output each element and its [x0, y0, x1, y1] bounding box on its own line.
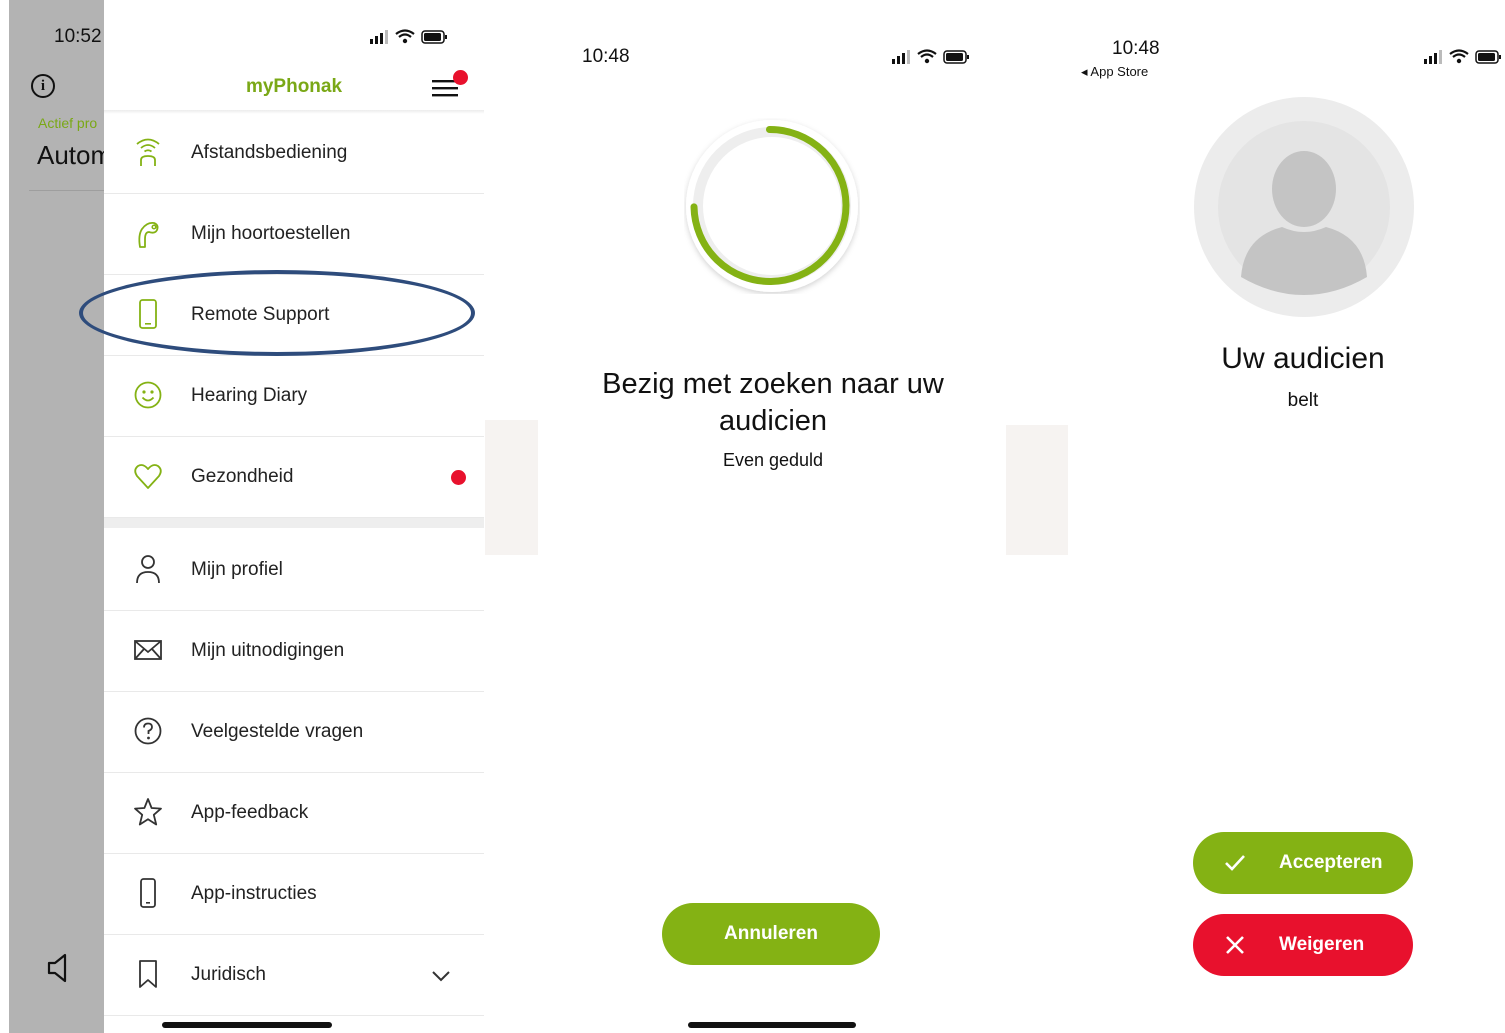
- cancel-button[interactable]: Annuleren: [662, 903, 880, 965]
- background-app-screen: 10:52 i Actief pro Autom: [9, 0, 104, 1033]
- accept-call-button[interactable]: Accepteren: [1193, 832, 1413, 894]
- background-watermark: [1006, 425, 1068, 555]
- phone-outline-icon: [140, 878, 156, 908]
- remote-signal-icon: [136, 138, 160, 166]
- gezondheid-badge-dot: [451, 470, 466, 485]
- status-time: 10:52: [54, 26, 102, 47]
- background-watermark: [485, 420, 538, 555]
- envelope-icon: [134, 640, 162, 660]
- reject-label: Weigeren: [1279, 934, 1365, 955]
- avatar-icon: [1194, 97, 1414, 317]
- menu-item-label: Mijn profiel: [191, 559, 283, 580]
- menu-item-label: Veelgestelde vragen: [191, 721, 364, 742]
- bookmark-icon: [139, 960, 157, 988]
- checkmark-icon: [1225, 855, 1245, 871]
- panel-searching-screen: 10:48 Bezig met zoeken naar uw audicien …: [538, 0, 1006, 1033]
- menu-item-label: Afstandsbediening: [191, 142, 348, 163]
- caller-status: belt: [1287, 390, 1319, 411]
- panel-menu-screen: 10:52 i Actief pro Autom myPhonak Afstan…: [0, 0, 485, 1033]
- divider: [29, 190, 104, 191]
- status-time: 10:48: [1112, 38, 1160, 59]
- active-program-label: Actief pro: [38, 115, 98, 131]
- accept-label: Accepteren: [1279, 852, 1383, 873]
- menu-item-mijn-uitnodigingen[interactable]: Mijn uitnodigingen: [104, 610, 484, 692]
- question-icon: [134, 717, 162, 745]
- menu-item-label: Mijn hoortoestellen: [191, 223, 351, 244]
- menu-item-hearing-diary[interactable]: Hearing Diary: [104, 355, 484, 437]
- menu-item-mijn-profiel[interactable]: Mijn profiel: [104, 529, 484, 611]
- menu-item-label: App-instructies: [191, 883, 317, 904]
- menu-item-mijn-hoortoestellen[interactable]: Mijn hoortoestellen: [104, 193, 484, 275]
- menu-item-label: Juridisch: [191, 964, 266, 985]
- close-icon: [1226, 936, 1244, 954]
- speaker-icon[interactable]: [45, 952, 73, 984]
- section-separator: [104, 518, 484, 528]
- app-title: myPhonak: [245, 76, 343, 97]
- panel-incoming-call-screen: 10:48 ◂ App Store Uw audicien belt Accep…: [1068, 0, 1505, 1033]
- heart-icon: [134, 464, 162, 489]
- menu-item-label: Hearing Diary: [191, 385, 308, 406]
- info-icon[interactable]: i: [31, 74, 55, 98]
- person-icon: [136, 555, 160, 584]
- active-program-value: Autom: [37, 140, 104, 170]
- caller-name: Uw audicien: [1221, 342, 1385, 375]
- status-icons: [370, 29, 447, 44]
- reject-call-button[interactable]: Weigeren: [1193, 914, 1413, 976]
- menu-item-app-feedback[interactable]: App-feedback: [104, 772, 484, 854]
- status-time: 10:48: [582, 46, 630, 67]
- notification-dot: [453, 70, 468, 85]
- side-menu: myPhonak Afstandsbediening Mijn hoortoes…: [104, 0, 484, 1033]
- highlight-ellipse: [79, 270, 475, 356]
- status-icons: [892, 49, 969, 64]
- loading-spinner: [686, 120, 858, 292]
- menu-item-label: Gezondheid: [191, 466, 294, 487]
- searching-subtext: Even geduld: [722, 450, 824, 470]
- home-indicator: [162, 1022, 332, 1028]
- menu-item-afstandsbediening[interactable]: Afstandsbediening: [104, 112, 484, 194]
- home-indicator: [688, 1022, 856, 1028]
- back-to-app-store-link[interactable]: ◂ App Store: [1081, 64, 1148, 80]
- chevron-down-icon[interactable]: [430, 966, 452, 986]
- smiley-icon: [134, 381, 162, 409]
- status-icons: [1424, 49, 1501, 64]
- menu-item-app-instructies[interactable]: App-instructies: [104, 853, 484, 935]
- menu-item-label: Mijn uitnodigingen: [191, 640, 345, 661]
- menu-item-gezondheid[interactable]: Gezondheid: [104, 436, 484, 518]
- searching-heading: Bezig met zoeken naar uw audicien: [602, 368, 944, 437]
- menu-item-label: App-feedback: [191, 802, 309, 823]
- hearing-aid-icon: [138, 221, 159, 248]
- star-icon: [134, 798, 162, 826]
- menu-item-veelgestelde-vragen[interactable]: Veelgestelde vragen: [104, 691, 484, 773]
- menu-item-juridisch[interactable]: Juridisch: [104, 934, 484, 1016]
